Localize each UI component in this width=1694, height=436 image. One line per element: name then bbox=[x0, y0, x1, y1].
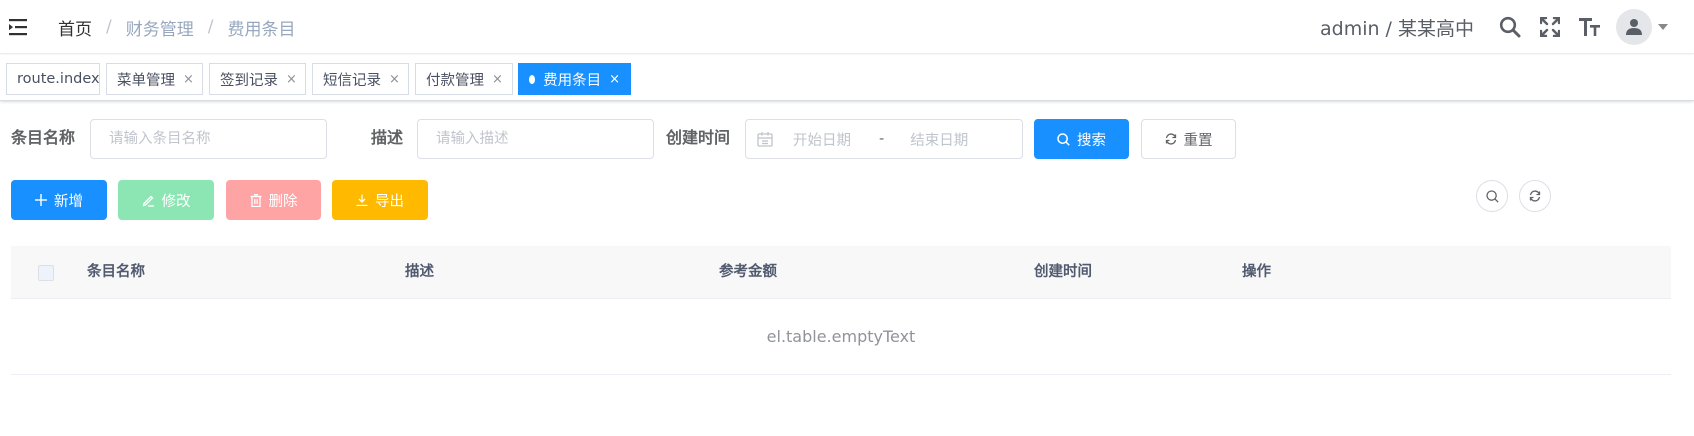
tag-label: 短信记录 bbox=[323, 72, 381, 89]
plus-icon bbox=[35, 194, 47, 206]
chevron-down-icon bbox=[1658, 24, 1668, 30]
breadcrumb-item-finance: 财务管理 bbox=[125, 19, 194, 40]
navbar-right-menu: admin / 某某高中 bbox=[1320, 0, 1694, 54]
delete-button-label: 删除 bbox=[268, 193, 298, 210]
trash-icon bbox=[250, 193, 262, 207]
active-dot-icon bbox=[529, 74, 536, 84]
edit-button-label: 修改 bbox=[161, 193, 191, 210]
column-header-created-time: 创建时间 bbox=[1034, 264, 1092, 280]
range-separator: - bbox=[879, 131, 885, 147]
breadcrumb: 首页 / 财务管理 / 费用条目 bbox=[58, 14, 295, 40]
export-button-label: 导出 bbox=[375, 193, 404, 210]
calendar-icon bbox=[757, 131, 773, 147]
column-header-item-name: 条目名称 bbox=[87, 264, 145, 280]
description-input[interactable]: 请输入描述 bbox=[417, 119, 654, 159]
close-icon[interactable]: × bbox=[609, 72, 620, 87]
download-icon bbox=[356, 194, 368, 206]
search-icon bbox=[1057, 132, 1070, 146]
edit-icon bbox=[142, 194, 155, 207]
item-name-input[interactable]: 请输入条目名称 bbox=[90, 119, 327, 159]
column-header-description: 描述 bbox=[405, 264, 434, 280]
breadcrumb-separator: / bbox=[207, 17, 214, 37]
edit-button: 修改 bbox=[118, 180, 214, 220]
table-empty-row: el.table.emptyText bbox=[11, 299, 1671, 375]
export-button[interactable]: 导出 bbox=[332, 180, 428, 220]
hamburger-icon[interactable] bbox=[6, 14, 32, 40]
tag-label: 费用条目 bbox=[543, 72, 602, 89]
tag-sms-records[interactable]: 短信记录 × bbox=[312, 63, 409, 95]
tag-label: 菜单管理 bbox=[117, 72, 175, 89]
close-icon[interactable]: × bbox=[286, 72, 297, 87]
end-date-input[interactable]: 结束日期 bbox=[910, 129, 980, 150]
navbar: 首页 / 财务管理 / 费用条目 admin / 某某高中 bbox=[0, 0, 1694, 54]
user-avatar-icon bbox=[1616, 9, 1652, 45]
tag-route-index[interactable]: route.index bbox=[6, 63, 100, 95]
breadcrumb-item-home[interactable]: 首页 bbox=[58, 15, 92, 40]
refresh-icon bbox=[1529, 190, 1541, 202]
font-size-icon[interactable] bbox=[1570, 0, 1610, 54]
close-icon[interactable]: × bbox=[492, 72, 503, 87]
start-date-input[interactable]: 开始日期 bbox=[793, 129, 863, 150]
select-all-checkbox[interactable] bbox=[38, 265, 54, 281]
tag-menu-management[interactable]: 菜单管理 × bbox=[106, 63, 203, 95]
search-button[interactable]: 搜索 bbox=[1034, 119, 1129, 159]
table-empty-text: el.table.emptyText bbox=[766, 327, 916, 346]
item-name-label: 条目名称 bbox=[11, 128, 76, 147]
search-icon bbox=[1485, 189, 1499, 203]
tag-label: route.index bbox=[17, 71, 100, 87]
column-header-actions: 操作 bbox=[1242, 264, 1271, 280]
close-icon[interactable]: × bbox=[389, 72, 400, 87]
date-range-picker[interactable]: 开始日期 - 结束日期 bbox=[745, 119, 1023, 159]
tag-sign-in-records[interactable]: 签到记录 × bbox=[209, 63, 306, 95]
description-label: 描述 bbox=[371, 128, 404, 147]
search-button-label: 搜索 bbox=[1077, 132, 1106, 149]
tags-view: route.index 菜单管理 × 签到记录 × 短信记录 × 付款管理 × … bbox=[0, 55, 1694, 101]
tag-label: 签到记录 bbox=[220, 72, 278, 89]
user-name-label: admin / 某某高中 bbox=[1319, 17, 1474, 40]
breadcrumb-item-current: 费用条目 bbox=[227, 19, 296, 40]
table-header: 条目名称 描述 参考金额 创建时间 操作 bbox=[11, 246, 1671, 299]
refresh-icon bbox=[1165, 133, 1177, 145]
add-button-label: 新增 bbox=[54, 193, 83, 210]
close-icon[interactable]: × bbox=[183, 72, 194, 87]
tag-expense-items[interactable]: 费用条目 × bbox=[518, 63, 631, 95]
delete-button: 删除 bbox=[226, 180, 321, 220]
breadcrumb-separator: / bbox=[106, 17, 112, 37]
reset-button[interactable]: 重置 bbox=[1141, 119, 1236, 159]
user-avatar-dropdown[interactable] bbox=[1616, 0, 1676, 54]
tag-label: 付款管理 bbox=[426, 72, 484, 89]
refresh-table-button[interactable] bbox=[1519, 180, 1551, 212]
tag-payment-management[interactable]: 付款管理 × bbox=[415, 63, 513, 95]
fullscreen-icon[interactable] bbox=[1530, 0, 1570, 54]
column-header-reference-amount: 参考金额 bbox=[719, 264, 777, 280]
reset-button-label: 重置 bbox=[1183, 132, 1213, 149]
created-time-label: 创建时间 bbox=[666, 128, 731, 147]
toggle-search-button[interactable] bbox=[1476, 180, 1508, 212]
add-button[interactable]: 新增 bbox=[11, 180, 107, 220]
search-icon[interactable] bbox=[1490, 0, 1530, 54]
